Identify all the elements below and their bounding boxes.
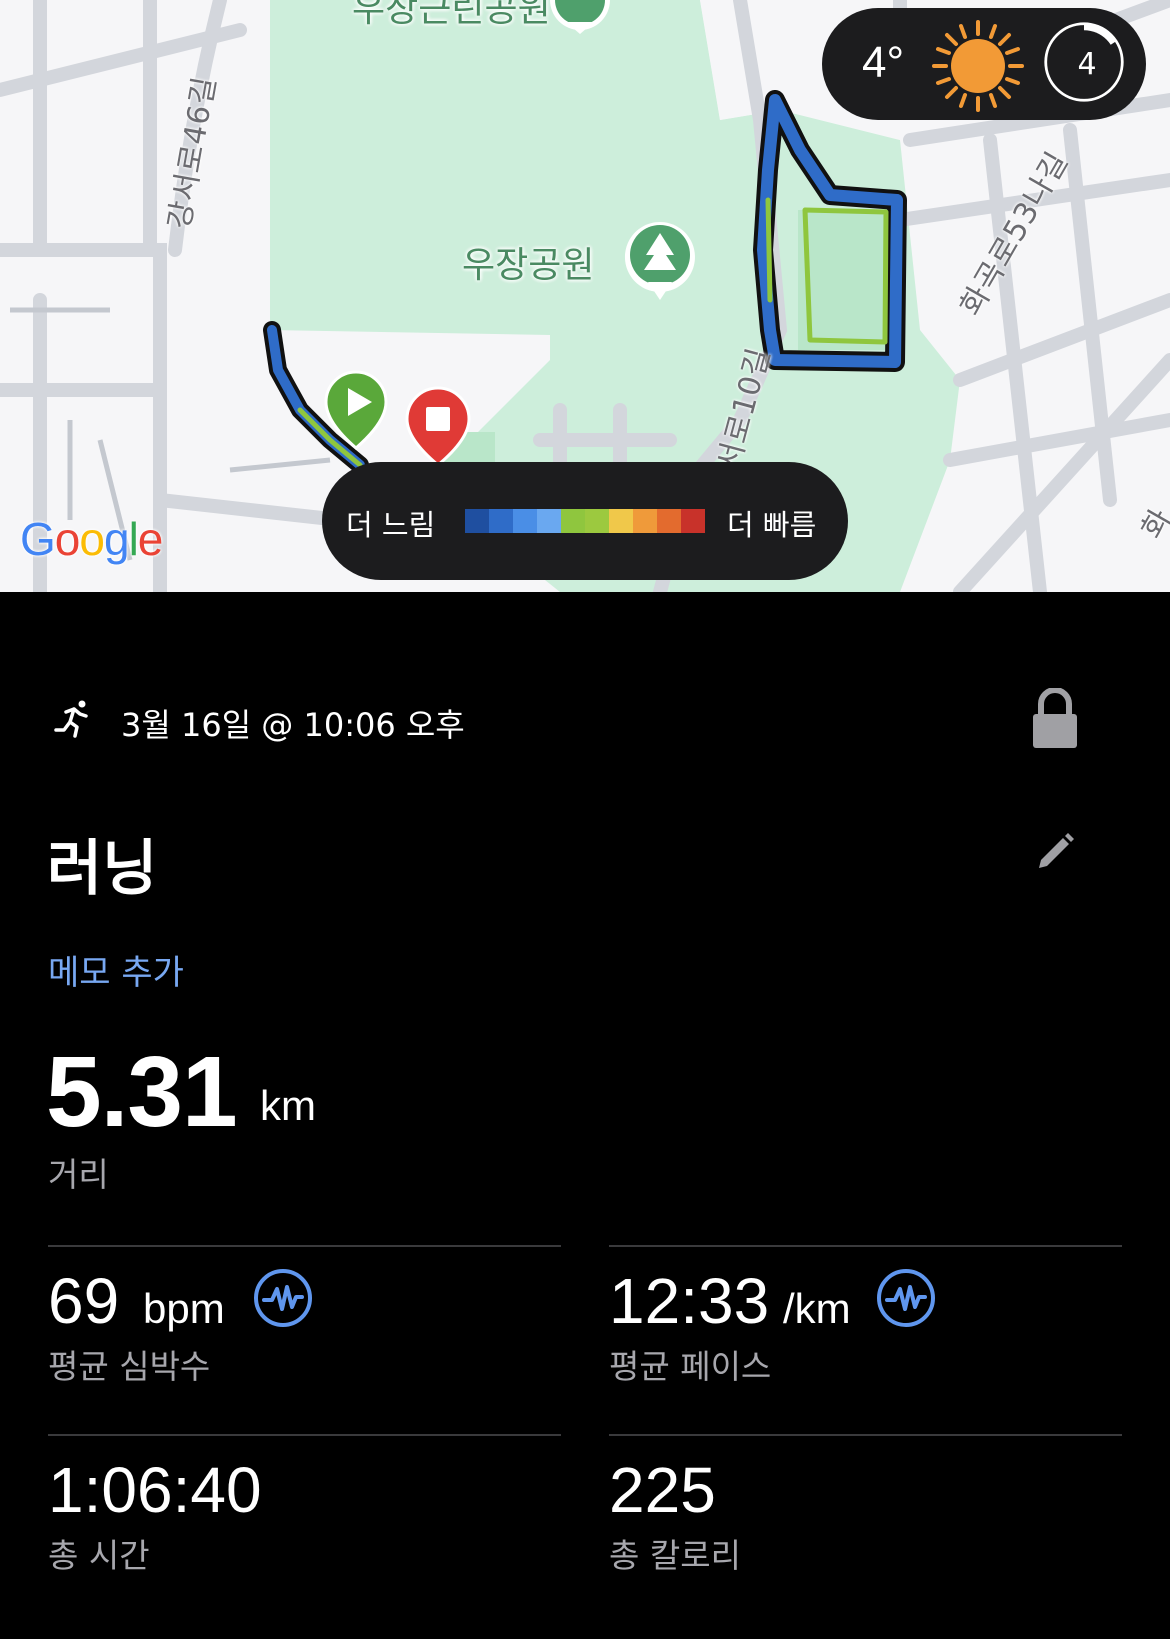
heart-pulse-icon[interactable]	[875, 1267, 937, 1329]
route-map[interactable]: 우장근린공원 우장공원 강서로46길 화곡로53나길 강서로10길 화 Goog…	[0, 0, 1170, 592]
total-calories-value: 225	[609, 1454, 716, 1526]
running-icon	[54, 700, 88, 738]
weather-temperature: 4°	[862, 38, 905, 87]
avg-pace-unit: /km	[783, 1285, 851, 1332]
pace-color-swatch	[681, 509, 705, 533]
avg-pace-value: 12:33	[609, 1265, 770, 1337]
pace-color-swatch	[561, 509, 585, 533]
distance-label: 거리	[48, 1155, 109, 1194]
pace-color-swatch	[609, 509, 633, 533]
total-time-label: 총 시간	[48, 1536, 150, 1575]
pace-color-swatch	[585, 509, 609, 533]
avg-heart-rate-value: 69	[48, 1265, 120, 1337]
park-label: 우장공원	[462, 245, 595, 286]
sun-icon	[932, 20, 1024, 112]
add-memo-link[interactable]: 메모 추가	[48, 945, 184, 994]
divider	[609, 1434, 1122, 1436]
heart-pulse-icon[interactable]	[252, 1267, 314, 1329]
avg-heart-rate-label: 평균 심박수	[48, 1347, 211, 1386]
divider	[48, 1434, 561, 1436]
legend-fast-label: 더 빠름	[727, 508, 817, 542]
avg-heart-rate-unit: bpm	[143, 1285, 225, 1332]
avg-pace-label: 평균 페이스	[609, 1347, 772, 1386]
pace-color-scale	[465, 509, 705, 533]
pace-color-swatch	[537, 509, 561, 533]
activity-title: 러닝	[47, 834, 158, 904]
google-logo: Google	[20, 513, 163, 565]
divider	[48, 1245, 561, 1247]
total-time-value: 1:06:40	[48, 1454, 262, 1526]
weather-badge: 4° 4	[822, 8, 1146, 120]
pace-color-swatch	[489, 509, 513, 533]
total-calories-label: 총 칼로리	[609, 1536, 741, 1575]
lock-icon[interactable]	[1031, 688, 1079, 750]
pace-color-swatch	[633, 509, 657, 533]
park-label-top: 우장근린공원	[352, 0, 551, 30]
uv-index-value: 4	[1077, 47, 1097, 82]
distance-value: 5.31	[46, 1036, 238, 1148]
pencil-icon[interactable]	[1035, 830, 1077, 872]
pace-legend: 더 느림 더 빠름	[322, 462, 848, 580]
legend-slow-label: 더 느림	[346, 508, 436, 542]
pace-color-swatch	[657, 509, 681, 533]
pace-color-swatch	[513, 509, 537, 533]
distance-unit: km	[260, 1082, 316, 1129]
activity-date: 3월 16일 @ 10:06 오후	[121, 706, 465, 744]
divider	[609, 1245, 1122, 1247]
pace-color-swatch	[465, 509, 489, 533]
